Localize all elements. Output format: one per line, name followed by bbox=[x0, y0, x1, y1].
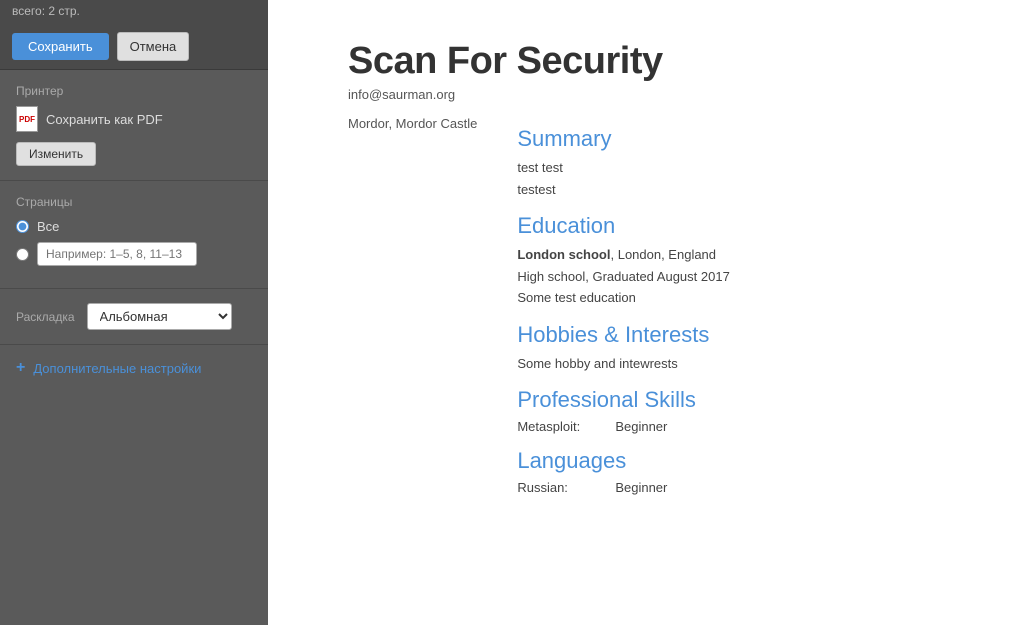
cv-content: Summary test test testest Education Lond… bbox=[517, 116, 964, 509]
printer-row: PDF Сохранить как PDF bbox=[16, 106, 252, 132]
cv-education-title: Education bbox=[517, 213, 964, 239]
advanced-settings-label: Дополнительные настройки bbox=[33, 361, 201, 376]
change-printer-button[interactable]: Изменить bbox=[16, 142, 96, 166]
cv-address: Mordor, Mordor Castle bbox=[348, 116, 477, 131]
pages-all-label: Все bbox=[37, 219, 59, 234]
cv-education-line3: Some test education bbox=[517, 288, 964, 308]
cv-skills-section: Professional Skills Metasploit: Beginner bbox=[517, 387, 964, 434]
cv-hobbies-text: Some hobby and intewrests bbox=[517, 354, 964, 374]
cv-body: Mordor, Mordor Castle Summary test test … bbox=[348, 116, 964, 509]
cv-hobbies-section: Hobbies & Interests Some hobby and intew… bbox=[517, 322, 964, 374]
cv-summary-line1: test test bbox=[517, 158, 964, 178]
printer-name: Сохранить как PDF bbox=[46, 112, 163, 127]
cv-languages-title: Languages bbox=[517, 448, 964, 474]
layout-label: Раскладка bbox=[16, 310, 75, 324]
cv-skill-level-1: Beginner bbox=[615, 419, 667, 434]
cv-school-bold: London school bbox=[517, 247, 610, 262]
printer-section: Принтер PDF Сохранить как PDF Изменить bbox=[0, 70, 268, 181]
page-count-note: всего: 2 стр. bbox=[0, 0, 268, 24]
cv-skill-name-1: Metasploit: bbox=[517, 419, 607, 434]
cv-address-col: Mordor, Mordor Castle bbox=[348, 116, 477, 509]
cancel-button[interactable]: Отмена bbox=[117, 32, 190, 61]
advanced-settings-row[interactable]: + Дополнительные настройки bbox=[0, 345, 268, 391]
cv-name: Scan For Security bbox=[348, 40, 964, 83]
cv-skills-title: Professional Skills bbox=[517, 387, 964, 413]
pages-label: Страницы bbox=[16, 195, 252, 209]
cv-preview: Scan For Security info@saurman.org Mordo… bbox=[268, 0, 1024, 625]
cv-education-section: Education London school, London, England… bbox=[517, 213, 964, 308]
layout-select[interactable]: Альбомная bbox=[87, 303, 232, 330]
cv-education-line1: London school, London, England bbox=[517, 245, 964, 265]
cv-hobbies-title: Hobbies & Interests bbox=[517, 322, 964, 348]
cv-skill-row-1: Metasploit: Beginner bbox=[517, 419, 964, 434]
cv-summary-section: Summary test test testest bbox=[517, 126, 964, 199]
action-bar: Сохранить Отмена bbox=[0, 24, 268, 70]
cv-summary-title: Summary bbox=[517, 126, 964, 152]
pages-range-input[interactable] bbox=[37, 242, 197, 266]
layout-section: Раскладка Альбомная bbox=[0, 289, 268, 345]
pages-all-radio[interactable] bbox=[16, 220, 29, 233]
cv-language-name-1: Russian: bbox=[517, 480, 607, 495]
cv-language-row-1: Russian: Beginner bbox=[517, 480, 964, 495]
cv-email: info@saurman.org bbox=[348, 87, 964, 102]
pages-range-radio[interactable] bbox=[16, 248, 29, 261]
print-panel: всего: 2 стр. Сохранить Отмена Принтер P… bbox=[0, 0, 268, 625]
save-button[interactable]: Сохранить bbox=[12, 33, 109, 60]
cv-summary-line2: testest bbox=[517, 180, 964, 200]
pdf-file-icon: PDF bbox=[16, 106, 38, 132]
cv-education-line2: High school, Graduated August 2017 bbox=[517, 267, 964, 287]
total-pages-text: всего: 2 стр. bbox=[12, 4, 80, 18]
pages-range-row bbox=[16, 242, 252, 266]
cv-school-rest: , London, England bbox=[610, 247, 716, 262]
cv-languages-section: Languages Russian: Beginner bbox=[517, 448, 964, 495]
pages-section: Страницы Все bbox=[0, 181, 268, 289]
cv-language-level-1: Beginner bbox=[615, 480, 667, 495]
printer-label: Принтер bbox=[16, 84, 252, 98]
pages-all-row: Все bbox=[16, 219, 252, 234]
plus-icon: + bbox=[16, 359, 25, 377]
